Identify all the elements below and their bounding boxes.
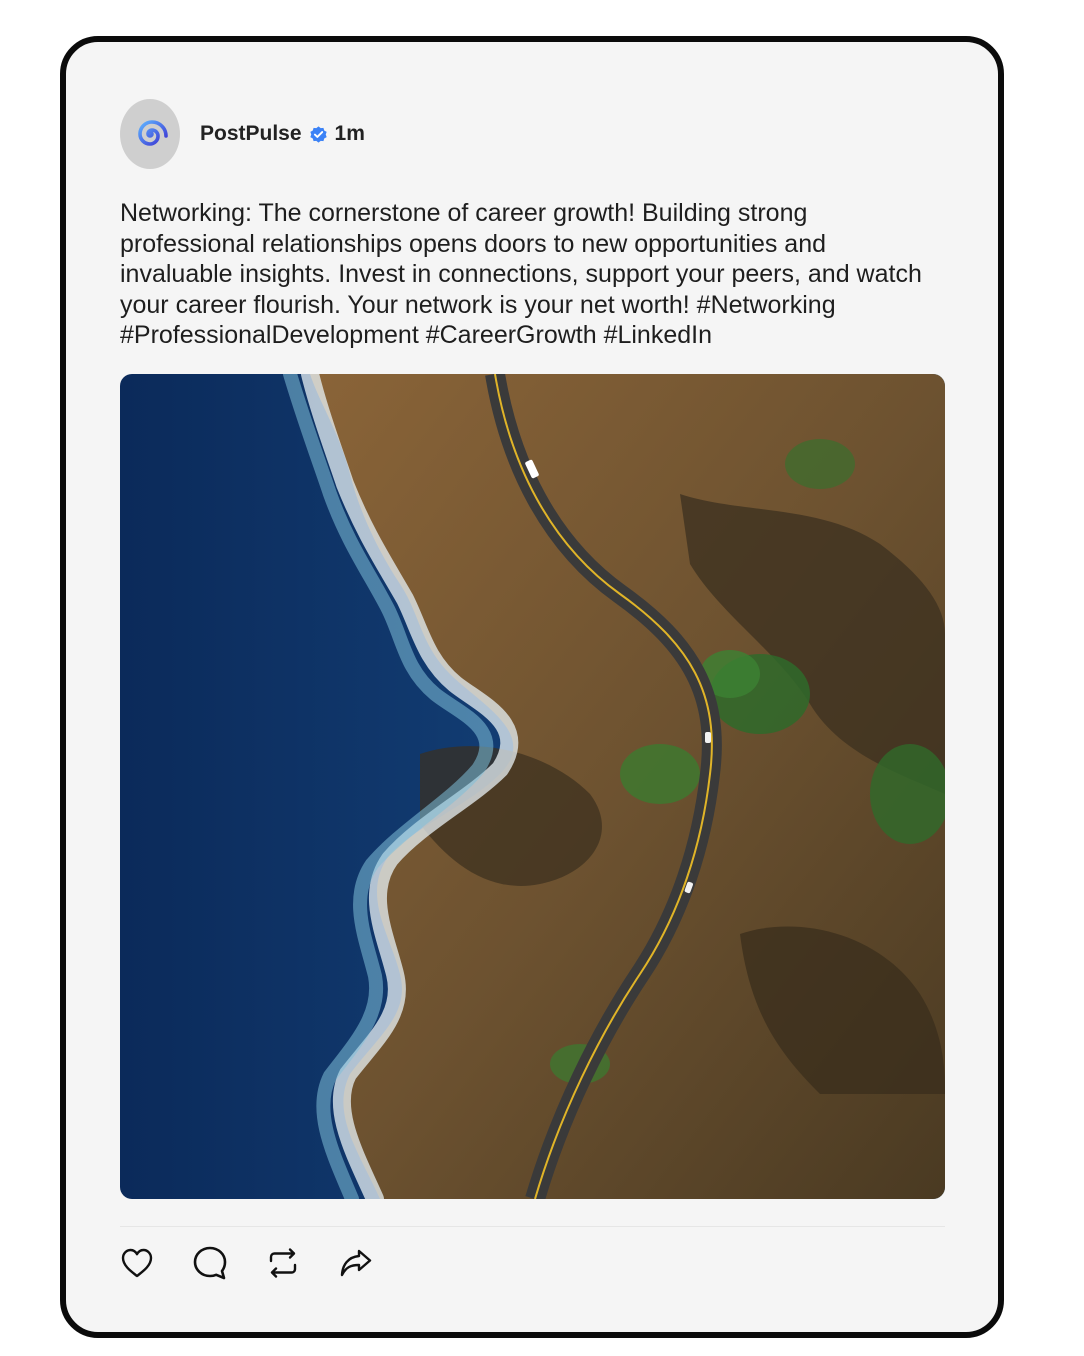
share-button[interactable] — [337, 1244, 375, 1282]
divider — [120, 1226, 945, 1227]
post-card: PostPulse 1m Networking: The cornerstone… — [60, 36, 1004, 1338]
repost-icon — [269, 1248, 297, 1278]
post-timestamp: 1m — [334, 122, 365, 145]
like-button[interactable] — [118, 1244, 156, 1282]
avatar[interactable] — [120, 99, 180, 169]
repost-button[interactable] — [264, 1244, 302, 1282]
comment-bubble-icon — [193, 1246, 227, 1280]
post-photo[interactable] — [120, 374, 945, 1199]
author-name[interactable]: PostPulse — [200, 122, 302, 146]
verified-badge-icon — [309, 125, 328, 144]
author-info: PostPulse 1m — [200, 122, 365, 146]
heart-icon — [121, 1248, 153, 1278]
post-header: PostPulse 1m — [120, 98, 365, 170]
comment-button[interactable] — [191, 1244, 229, 1282]
post-text: Networking: The cornerstone of career gr… — [120, 199, 922, 349]
post-actions — [118, 1244, 410, 1282]
swirl-logo-icon — [138, 120, 168, 146]
share-arrow-icon — [340, 1249, 372, 1277]
